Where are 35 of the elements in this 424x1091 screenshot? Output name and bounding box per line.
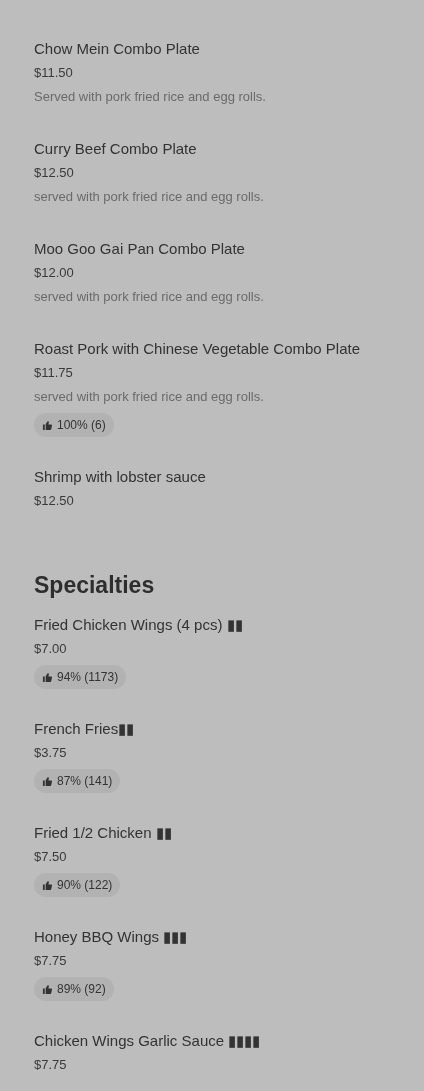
thumbs-up-icon — [42, 879, 53, 891]
item-price: $12.50 — [34, 164, 75, 182]
item-description: served with pork fried rice and egg rolls. — [34, 188, 265, 206]
rating-badge: 94% (1173) — [34, 665, 127, 689]
section-heading: Specialties — [34, 571, 156, 600]
item-price: $12.50 — [34, 492, 75, 510]
rating-badge: 90% (122) — [34, 873, 121, 897]
item-name: French Fries▮▮ — [34, 719, 136, 739]
item-price: $3.75 — [34, 744, 68, 762]
item-name: Fried Chicken Wings (4 pcs) ▮▮ — [34, 615, 244, 635]
item-name: Chow Mein Combo Plate — [34, 39, 201, 59]
rating-badge: 100% (6) — [34, 413, 114, 437]
item-name: Fried 1/2 Chicken ▮▮ — [34, 823, 173, 843]
item-price: $11.75 — [34, 364, 74, 382]
item-price: $7.75 — [34, 952, 68, 970]
item-description: served with pork fried rice and egg rolls. — [34, 288, 265, 306]
item-name: Roast Pork with Chinese Vegetable Combo Plate — [34, 339, 361, 359]
item-name: Shrimp with lobster sauce — [34, 467, 207, 487]
thumbs-up-icon — [42, 419, 53, 431]
item-description: Served with pork fried rice and egg rolls. — [34, 88, 267, 106]
thumbs-up-icon — [42, 983, 53, 995]
item-name: Moo Goo Gai Pan Combo Plate — [34, 239, 246, 259]
item-description: served with pork fried rice and egg rolls. — [34, 388, 265, 406]
item-price: $11.50 — [34, 64, 74, 82]
thumbs-up-icon — [42, 671, 53, 683]
item-price: $7.75 — [34, 1056, 68, 1074]
item-name: Curry Beef Combo Plate — [34, 139, 198, 159]
rating-badge: 87% (141) — [34, 769, 121, 793]
thumbs-up-icon — [42, 775, 53, 787]
item-price: $12.00 — [34, 264, 75, 282]
item-name: Chicken Wings Garlic Sauce ▮▮▮▮ — [34, 1031, 262, 1051]
item-name: Honey BBQ Wings ▮▮▮ — [34, 927, 189, 947]
rating-badge: 89% (92) — [34, 977, 114, 1001]
item-price: $7.50 — [34, 848, 68, 866]
item-price: $7.00 — [34, 640, 68, 658]
